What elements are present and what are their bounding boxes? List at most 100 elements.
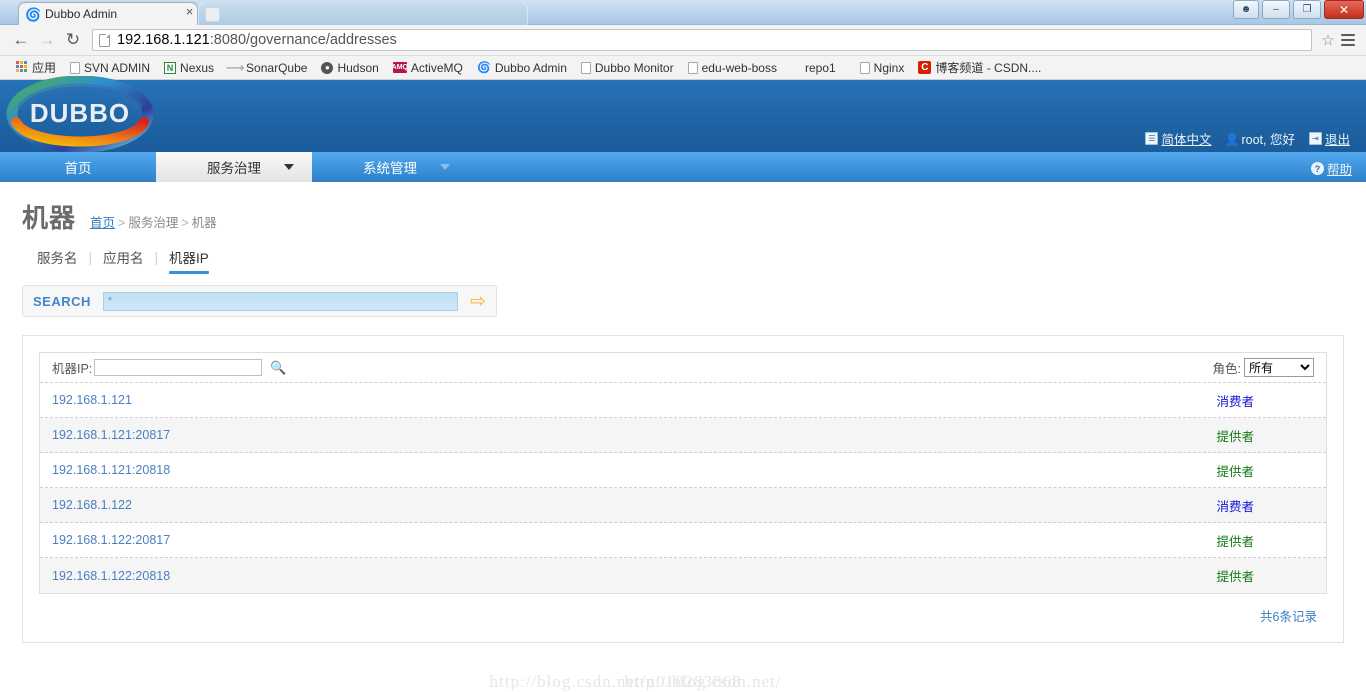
search-label: SEARCH (33, 293, 91, 309)
tab-close-icon[interactable]: × (183, 5, 196, 18)
row-ip-link[interactable]: 192.168.1.121:20817 (52, 428, 170, 442)
row-role: 消费者 (1216, 394, 1254, 409)
window-maximize-button[interactable]: ❐ (1293, 0, 1321, 19)
ip-filter-input[interactable] (94, 359, 263, 376)
browser-tab-secondary[interactable] (198, 2, 528, 25)
bookmark-repo1[interactable]: repo1 (799, 59, 842, 77)
dubbo-icon: 🌀 (476, 62, 491, 74)
bookmark-apps[interactable]: 应用 (8, 57, 62, 78)
ip-filter: 机器IP: 🔍 (52, 358, 286, 377)
bookmark-dubbo-admin[interactable]: 🌀 Dubbo Admin (471, 59, 573, 77)
help-link[interactable]: ? 帮助 (1310, 159, 1352, 178)
menu-item-governance[interactable]: 服务治理 (156, 152, 312, 182)
address-bar[interactable]: 192.168.1.121:8080/governance/addresses (92, 29, 1312, 51)
row-ip-link[interactable]: 192.168.1.122:20817 (52, 533, 170, 547)
search-icon[interactable]: 🔍 (270, 360, 286, 376)
doc-icon (70, 61, 81, 74)
language-switch-link[interactable]: ☰ 简体中文 (1145, 129, 1211, 148)
logo-text: DUBBO (30, 98, 130, 128)
subtab-label: 服务名 (37, 251, 78, 266)
bookmark-hudson[interactable]: ● Hudson (315, 59, 384, 77)
search-input[interactable] (102, 291, 459, 311)
breadcrumb-mid: 服务治理 (128, 216, 179, 230)
csdn-icon: C (918, 61, 932, 74)
subtab-machine-ip[interactable]: 机器IP (158, 247, 220, 274)
menu-item-home[interactable]: 首页 (0, 152, 156, 182)
table-row[interactable]: 192.168.1.121:20817 提供者 (40, 418, 1326, 453)
back-icon[interactable]: ← (8, 30, 34, 50)
dubbo-logo[interactable]: DUBBO (6, 76, 154, 152)
bookmark-label: SVN ADMIN (84, 60, 151, 75)
table-row[interactable]: 192.168.1.122:20817 提供者 (40, 523, 1326, 558)
row-role: 提供者 (1216, 570, 1254, 584)
bookmark-label: Nexus (180, 60, 215, 75)
bookmark-label: 博客频道 - CSDN.... (935, 61, 1042, 75)
addresses-table: 机器IP: 🔍 角色: 所有 192.168.1.121 消费者 192.168… (39, 352, 1327, 594)
subtab-application-name[interactable]: 应用名 (92, 247, 155, 267)
subtab-label: 机器IP (169, 251, 209, 266)
bookmark-star-icon[interactable]: ☆ (1318, 31, 1338, 49)
table-row[interactable]: 192.168.1.122 消费者 (40, 488, 1326, 523)
bookmark-label: Dubbo Admin (494, 60, 567, 75)
page-content: 机器 首页>服务治理>机器 服务名 | 应用名 | 机器IP SEARCH ⇨ … (0, 182, 1366, 691)
window-close-button[interactable]: ✕ (1324, 0, 1364, 19)
bookmark-svn-admin[interactable]: SVN ADMIN (64, 59, 156, 77)
forward-icon[interactable]: → (34, 30, 60, 50)
bookmark-label: Nginx (873, 60, 905, 75)
chevron-down-icon (440, 164, 450, 170)
bookmarks-bar: 应用 SVN ADMIN N Nexus ⟶ SonarQube ● Hudso… (0, 56, 1366, 80)
subtab-service-name[interactable]: 服务名 (26, 247, 89, 267)
dubbo-admin-app: DUBBO ☰ 简体中文 👤 root, 您好 ⇥ 退出 首页 服务治理 系统管… (0, 76, 1366, 691)
breadcrumb-sep: > (118, 216, 126, 230)
bookmark-nginx[interactable]: Nginx (854, 59, 911, 77)
browser-tabstrip: Dubbo Admin × ☻ – ❐ ✕ (0, 0, 1366, 25)
breadcrumb: 首页 > 服务治理 > 机器 (90, 212, 217, 231)
menu-label: 系统管理 (363, 161, 417, 176)
bookmark-label: repo1 (804, 60, 836, 75)
table-header: 机器IP: 🔍 角色: 所有 (40, 353, 1326, 383)
watermark: http://blog.csdn.net/http://blog.csdn.ne… (23, 672, 1343, 692)
role-filter-label: 角色: (1212, 362, 1241, 376)
bookmark-csdn[interactable]: C 博客频道 - CSDN.... (912, 57, 1047, 78)
row-ip-link[interactable]: 192.168.1.121 (52, 393, 132, 407)
url-host: 192.168.1.121 (117, 32, 210, 48)
tab-title: Dubbo Admin (45, 7, 118, 21)
table-row[interactable]: 192.168.1.121:20818 提供者 (40, 453, 1326, 488)
menu-item-system[interactable]: 系统管理 (312, 152, 468, 182)
sonarqube-icon: ⟶ (225, 59, 245, 75)
role-filter-select[interactable]: 所有 (1244, 358, 1314, 377)
apps-grid-icon (14, 60, 28, 75)
window-user-button[interactable]: ☻ (1233, 0, 1259, 19)
page-info-icon[interactable] (99, 33, 110, 47)
row-ip-link[interactable]: 192.168.1.121:20818 (52, 463, 170, 477)
watermark-line2: http://blog.csdn.net/u010283868 (489, 672, 742, 691)
bookmark-dubbo-monitor[interactable]: Dubbo Monitor (575, 59, 680, 77)
language-icon: ☰ (1145, 132, 1159, 145)
table-row[interactable]: 192.168.1.122:20818 提供者 (40, 558, 1326, 593)
app-header: DUBBO ☰ 简体中文 👤 root, 您好 ⇥ 退出 (0, 76, 1366, 152)
bookmark-label: SonarQube (246, 60, 308, 75)
logout-link[interactable]: ⇥ 退出 (1308, 129, 1350, 148)
bookmark-nexus[interactable]: N Nexus (158, 59, 220, 77)
browser-tab-dubbo-admin[interactable]: Dubbo Admin (18, 2, 198, 25)
browser-chrome: Dubbo Admin × ☻ – ❐ ✕ ← → ↻ 192.168.1.12… (0, 0, 1366, 80)
bookmark-edu-web-boss[interactable]: edu-web-boss (682, 59, 783, 77)
bookmark-sonarqube[interactable]: ⟶ SonarQube (222, 59, 313, 77)
row-role: 提供者 (1216, 464, 1254, 479)
search-submit-icon[interactable]: ⇨ (470, 292, 486, 311)
row-ip-link[interactable]: 192.168.1.122:20818 (52, 569, 170, 583)
hamburger-menu-icon[interactable] (1338, 34, 1358, 46)
row-ip-link[interactable]: 192.168.1.122 (52, 498, 132, 512)
reload-icon[interactable]: ↻ (60, 30, 86, 50)
breadcrumb-home[interactable]: 首页 (90, 216, 115, 230)
bookmark-activemq[interactable]: AMQ ActiveMQ (387, 59, 469, 77)
row-role: 提供者 (1216, 429, 1254, 444)
browser-navbar: ← → ↻ 192.168.1.121:8080/governance/addr… (0, 25, 1366, 56)
window-minimize-button[interactable]: – (1262, 0, 1290, 19)
table-row[interactable]: 192.168.1.121 消费者 (40, 383, 1326, 418)
logout-label: 退出 (1324, 133, 1350, 147)
blank-favicon-icon (205, 6, 220, 22)
breadcrumb-current: 机器 (191, 216, 217, 230)
sub-tabs: 服务名 | 应用名 | 机器IP (0, 235, 1366, 274)
bookmark-label: Dubbo Monitor (594, 60, 674, 75)
